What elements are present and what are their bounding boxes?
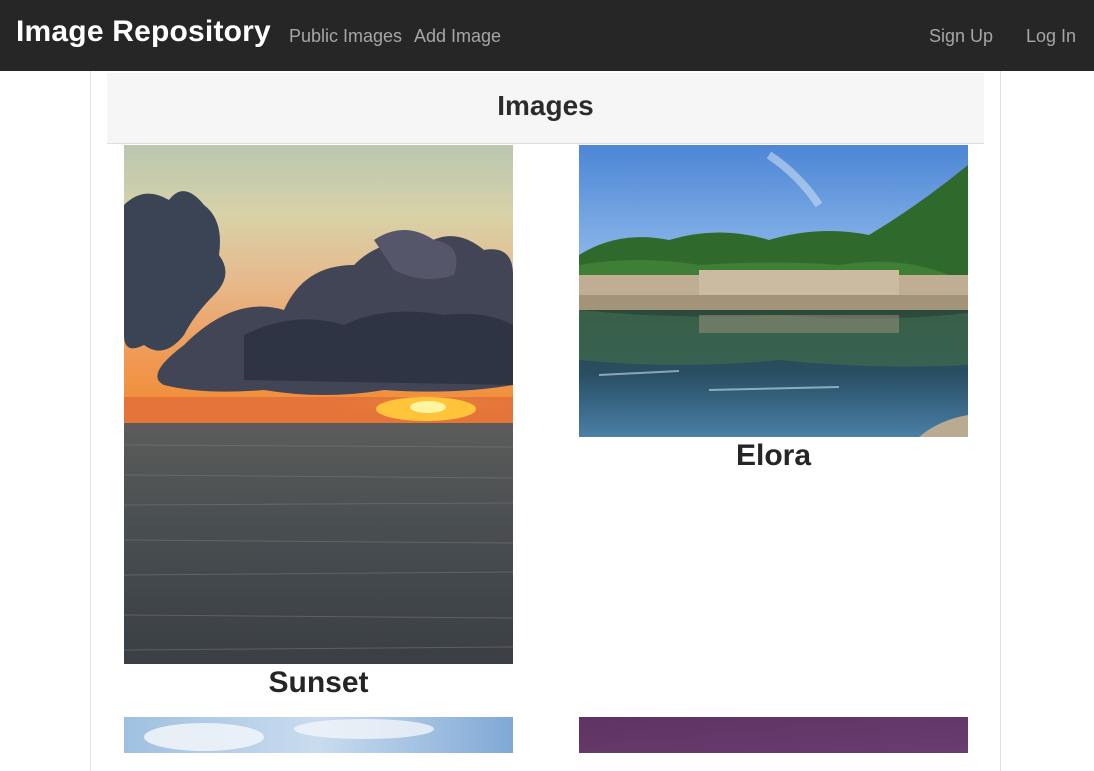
nav-public-images[interactable]: Public Images [289,24,402,48]
nav-sign-up[interactable]: Sign Up [929,24,993,48]
image-caption-elora: Elora [735,439,812,472]
card-header: Images [107,73,984,144]
sunset-picture [124,145,513,664]
brand-link[interactable]: Image Repository [16,13,271,51]
purple-picture [579,717,968,753]
image-thumbnail-elora[interactable] [579,145,968,437]
image-thumbnail-3[interactable] [124,717,513,753]
page-title: Images [497,90,594,121]
sky-picture [124,717,513,753]
image-caption-sunset: Sunset [268,666,369,699]
elora-picture [579,145,968,437]
image-thumbnail-4[interactable] [579,717,968,753]
nav-log-in[interactable]: Log In [1026,24,1076,48]
nav-add-image[interactable]: Add Image [414,24,501,48]
top-navbar: Image Repository Public Images Add Image… [0,0,1094,71]
image-thumbnail-sunset[interactable] [124,145,513,664]
